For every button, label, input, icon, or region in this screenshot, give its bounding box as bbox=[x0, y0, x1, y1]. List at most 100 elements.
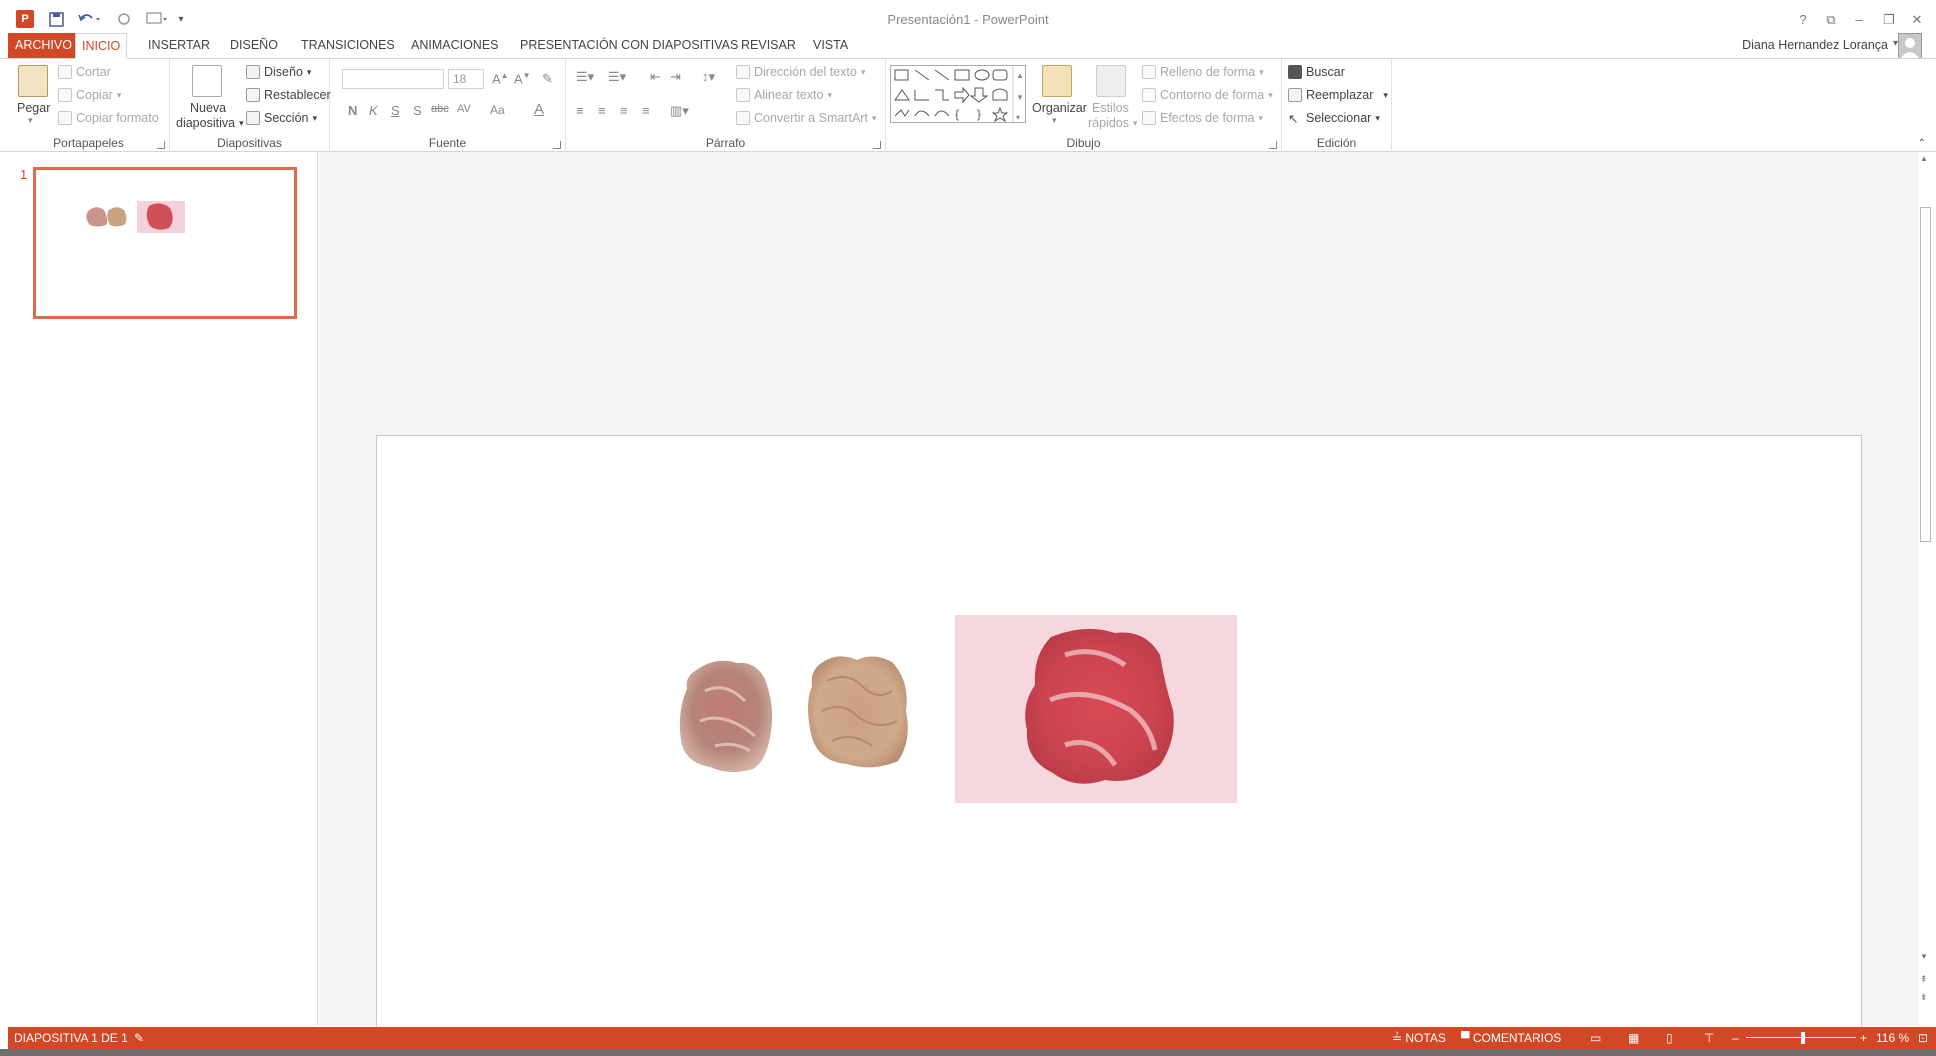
layout-button[interactable]: Diseño ▾ bbox=[246, 65, 311, 79]
tab-insertar[interactable]: INSERTAR bbox=[142, 33, 216, 59]
reading-view-icon[interactable]: ▯ bbox=[1666, 1031, 1673, 1045]
close-icon[interactable]: ✕ bbox=[1904, 10, 1930, 30]
notes-icon: ≟ bbox=[1392, 1031, 1406, 1045]
minimize-icon[interactable]: – bbox=[1846, 10, 1872, 30]
paste-icon[interactable] bbox=[18, 65, 48, 97]
new-slide-button-line2[interactable]: diapositiva ▾ bbox=[176, 116, 244, 130]
font-name-input[interactable] bbox=[342, 69, 444, 89]
user-name[interactable]: Diana Hernandez Lorança bbox=[1742, 38, 1888, 52]
clear-format-icon[interactable]: ✎ bbox=[542, 71, 553, 87]
clipboard-launcher-icon[interactable] bbox=[157, 141, 165, 149]
align-right-icon[interactable]: ≡ bbox=[620, 103, 628, 118]
previous-slide-icon[interactable]: ⇞ bbox=[1920, 974, 1928, 985]
format-painter-button[interactable]: Copiar formato bbox=[58, 111, 159, 125]
notes-button[interactable]: ≟ NOTAS bbox=[1392, 1031, 1446, 1045]
ribbon-display-options-icon[interactable]: ⧉ bbox=[1818, 10, 1844, 30]
numbering-icon[interactable]: ☰▾ bbox=[608, 69, 626, 85]
tab-animaciones[interactable]: ANIMACIONES bbox=[405, 33, 505, 59]
character-spacing-button[interactable]: AV bbox=[457, 103, 471, 115]
shapes-gallery[interactable]: {} ▲ ▼ ▾ bbox=[890, 65, 1026, 123]
meat-photo-3[interactable] bbox=[955, 615, 1237, 803]
new-slide-icon[interactable] bbox=[192, 65, 222, 97]
help-icon[interactable]: ? bbox=[1790, 10, 1816, 30]
slideshow-icon[interactable]: ⊤ bbox=[1704, 1031, 1714, 1045]
restore-icon[interactable]: ❐ bbox=[1876, 10, 1902, 30]
svg-text:{: { bbox=[955, 107, 959, 121]
reset-button[interactable]: Restablecer bbox=[246, 88, 331, 102]
section-button[interactable]: Sección ▾ bbox=[246, 111, 317, 125]
meat-image-1[interactable] bbox=[675, 651, 780, 781]
shadow-button[interactable]: S bbox=[413, 103, 422, 118]
smartart-button[interactable]: Convertir a SmartArt ▾ bbox=[736, 111, 876, 125]
align-text-button[interactable]: Alinear texto ▾ bbox=[736, 88, 832, 102]
font-launcher-icon[interactable] bbox=[553, 141, 561, 149]
align-left-icon[interactable]: ≡ bbox=[576, 103, 584, 118]
decrease-indent-icon[interactable]: ⇤ bbox=[650, 69, 661, 85]
fit-to-window-icon[interactable]: ⊡ bbox=[1918, 1031, 1928, 1045]
shape-outline-button[interactable]: Contorno de forma ▾ bbox=[1142, 88, 1273, 102]
scroll-thumb[interactable] bbox=[1920, 207, 1931, 542]
font-size-input[interactable]: 18 bbox=[448, 69, 484, 89]
align-center-icon[interactable]: ≡ bbox=[598, 103, 606, 118]
cut-button[interactable]: Cortar bbox=[58, 65, 111, 79]
zoom-slider[interactable] bbox=[1746, 1027, 1856, 1049]
font-color-button[interactable]: A bbox=[534, 101, 544, 118]
strikethrough-button[interactable]: abc bbox=[431, 103, 449, 115]
tab-archivo[interactable]: ARCHIVO bbox=[8, 33, 79, 59]
comments-button[interactable]: ▀ COMENTARIOS bbox=[1461, 1031, 1561, 1045]
next-slide-icon[interactable]: ⇟ bbox=[1920, 992, 1928, 1003]
slide-canvas[interactable] bbox=[376, 435, 1862, 1035]
zoom-level[interactable]: 116 % bbox=[1876, 1031, 1909, 1045]
bullets-icon[interactable]: ☰▾ bbox=[576, 69, 594, 85]
zoom-out-icon[interactable]: – bbox=[1732, 1031, 1739, 1045]
line-spacing-icon[interactable]: ↕▾ bbox=[702, 69, 715, 85]
slide-sorter-icon[interactable]: ▦ bbox=[1628, 1031, 1639, 1045]
bold-button[interactable]: N bbox=[348, 103, 357, 118]
replace-button[interactable]: Reemplazar ▾ bbox=[1288, 88, 1388, 102]
tab-presentacion[interactable]: PRESENTACIÓN CON DIAPOSITIVAS bbox=[514, 33, 744, 59]
avatar[interactable] bbox=[1898, 33, 1922, 59]
shape-effects-button[interactable]: Efectos de forma ▾ bbox=[1142, 111, 1263, 125]
quick-styles-button-line2[interactable]: rápidos ▾ bbox=[1088, 116, 1138, 130]
zoom-in-icon[interactable]: + bbox=[1860, 1031, 1867, 1045]
comments-label: COMENTARIOS bbox=[1472, 1031, 1562, 1045]
shape-fill-button[interactable]: Relleno de forma ▾ bbox=[1142, 65, 1264, 79]
collapse-ribbon-icon[interactable]: ⌃ bbox=[1918, 138, 1926, 149]
paste-button[interactable]: Pegar bbox=[17, 101, 50, 115]
underline-button[interactable]: S bbox=[391, 103, 400, 118]
shrink-font-icon[interactable]: A▼ bbox=[514, 71, 531, 86]
copy-button[interactable]: Copiar ▾ bbox=[58, 88, 121, 102]
quick-styles-icon[interactable] bbox=[1096, 65, 1126, 97]
increase-indent-icon[interactable]: ⇥ bbox=[670, 69, 681, 85]
arrange-icon[interactable] bbox=[1042, 65, 1072, 97]
scroll-up-icon[interactable]: ▲ bbox=[1920, 154, 1928, 163]
scroll-down-icon[interactable]: ▼ bbox=[1920, 952, 1928, 961]
vertical-scrollbar[interactable]: ▲ ▼ ⇞ ⇟ bbox=[1917, 152, 1932, 1025]
zoom-thumb[interactable] bbox=[1801, 1032, 1806, 1044]
new-slide-button[interactable]: Nueva bbox=[190, 101, 226, 115]
tab-revisar[interactable]: REVISAR bbox=[735, 33, 802, 59]
meat-image-2[interactable] bbox=[802, 646, 917, 776]
justify-icon[interactable]: ≡ bbox=[642, 103, 650, 118]
spell-check-icon[interactable]: ✎ bbox=[134, 1031, 144, 1045]
arrange-dropdown-icon[interactable]: ▾ bbox=[1052, 115, 1057, 126]
drawing-launcher-icon[interactable] bbox=[1269, 141, 1277, 149]
select-button[interactable]: ↖ Seleccionar ▾ bbox=[1288, 111, 1380, 126]
columns-icon[interactable]: ▥▾ bbox=[670, 103, 689, 119]
tab-inicio[interactable]: INICIO bbox=[75, 33, 128, 59]
tab-transiciones[interactable]: TRANSICIONES bbox=[295, 33, 401, 59]
italic-button[interactable]: K bbox=[369, 103, 378, 118]
normal-view-icon[interactable]: ▭ bbox=[1590, 1031, 1601, 1045]
find-button[interactable]: Buscar bbox=[1288, 65, 1345, 79]
tab-diseno[interactable]: DISEÑO bbox=[224, 33, 284, 59]
quick-styles-button[interactable]: Estilos bbox=[1092, 101, 1129, 115]
grow-font-icon[interactable]: A▲ bbox=[492, 71, 509, 86]
paragraph-launcher-icon[interactable] bbox=[873, 141, 881, 149]
text-direction-button[interactable]: Dirección del texto ▾ bbox=[736, 65, 865, 79]
arrange-button[interactable]: Organizar bbox=[1032, 101, 1087, 115]
paste-dropdown-icon[interactable]: ▾ bbox=[28, 115, 33, 126]
slide-thumbnail[interactable] bbox=[33, 167, 297, 319]
section-icon bbox=[246, 111, 260, 125]
change-case-button[interactable]: Aa bbox=[490, 103, 505, 117]
tab-vista[interactable]: VISTA bbox=[807, 33, 854, 59]
